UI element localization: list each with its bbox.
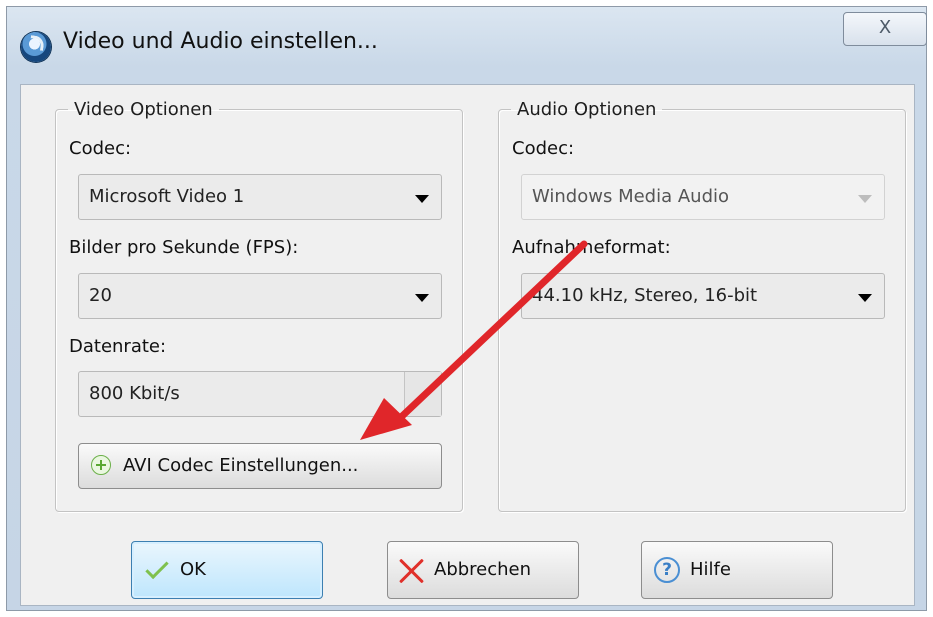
annotation-arrow-shaft (394, 240, 588, 424)
annotation-arrow-head (360, 398, 412, 440)
annotation-arrow (360, 240, 588, 440)
